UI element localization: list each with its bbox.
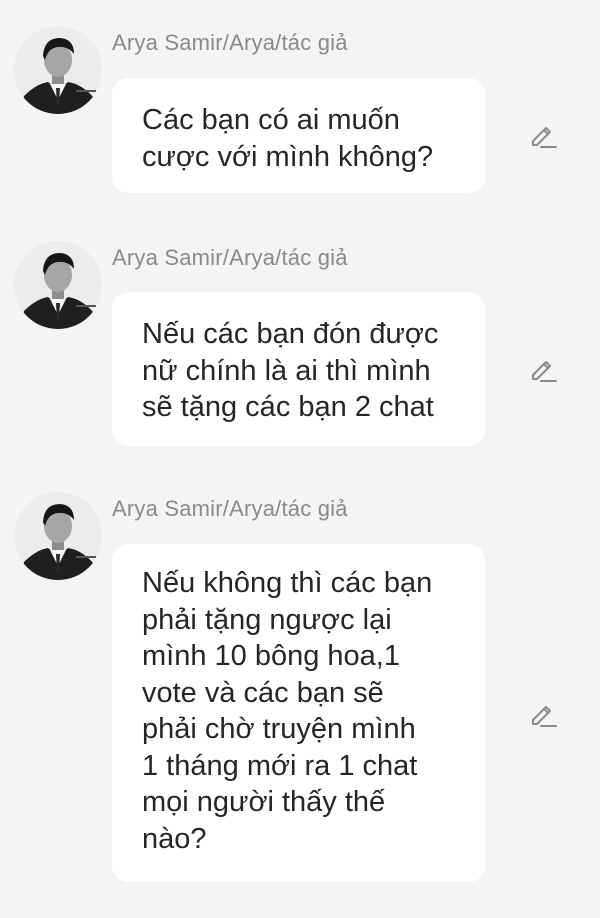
sender-name: Arya Samir/Arya/tác giả [112, 496, 348, 521]
pencil-icon[interactable] [527, 120, 557, 150]
sender-name: Arya Samir/Arya/tác giả [112, 30, 348, 55]
message-bubble: Nếu các bạn đón được nữ chính là ai thì … [112, 292, 485, 446]
message-bubble: Nếu không thì các bạn phải tặng ngược lạ… [112, 544, 485, 882]
author-avatar[interactable] [14, 241, 102, 329]
message-text: Nếu không thì các bạn phải tặng ngược lạ… [142, 567, 433, 855]
author-avatar[interactable] [14, 492, 102, 580]
pencil-icon[interactable] [527, 354, 557, 384]
pencil-icon[interactable] [527, 699, 557, 729]
sender-name: Arya Samir/Arya/tác giả [112, 245, 348, 270]
message-text: Nếu các bạn đón được nữ chính là ai thì … [142, 318, 439, 423]
author-avatar[interactable] [14, 26, 102, 114]
message-bubble-content: Các bạn có ai muốn cược với mình không? [112, 78, 485, 193]
message-text: Các bạn có ai muốn cược với mình không? [142, 104, 434, 173]
